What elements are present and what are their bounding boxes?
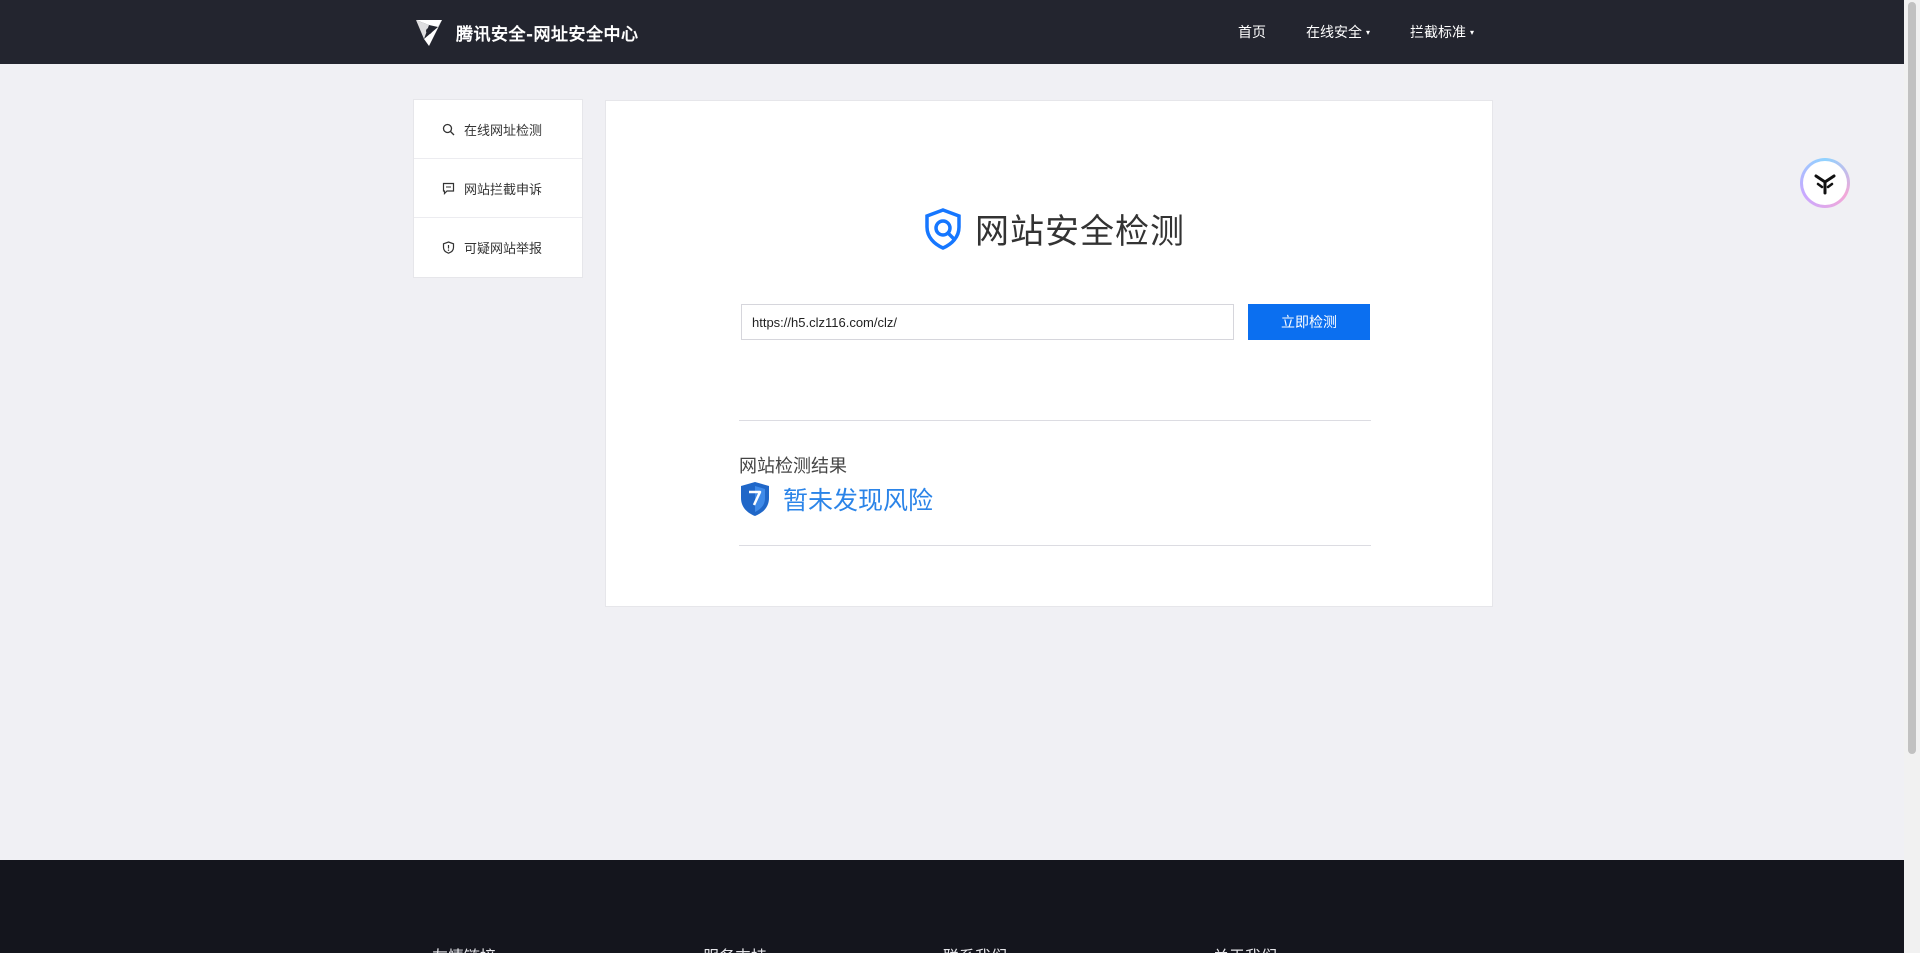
search-icon [442,123,455,135]
shield-safe-icon [741,482,769,516]
sidebar-item-url-check[interactable]: 在线网址检测 [414,100,582,159]
caret-down-icon: ▾ [1469,27,1474,37]
footer-about-us[interactable]: 关于我们 [1213,943,1277,953]
hero-heading: 网站安全检测 [921,204,1185,253]
sidebar-item-label: 可疑网站举报 [464,242,543,257]
divider [739,545,1371,546]
nav-online-security[interactable]: 在线安全 ▾ [1306,22,1370,42]
brand-title: 腾讯安全-网址安全中心 [456,24,639,45]
sidebar-item-appeal[interactable]: 网站拦截申诉 [414,159,582,218]
sidebar-item-report[interactable]: 可疑网站举报 [414,218,582,277]
sidebar: 在线网址检测 网站拦截申诉 可疑网站举报 [413,99,583,278]
page-title: 网站安全检测 [975,212,1185,252]
nav-home[interactable]: 首页 [1238,22,1266,42]
floating-assistant-button[interactable] [1800,158,1850,208]
caret-down-icon: ▾ [1365,27,1370,37]
result-status: 暂未发现风险 [739,481,933,517]
main-nav: 首页 在线安全 ▾ 拦截标准 ▾ [1238,0,1474,64]
result-label: 网站检测结果 [739,456,847,477]
top-navbar: 腾讯安全-网址安全中心 首页 在线安全 ▾ 拦截标准 ▾ [0,0,1904,64]
sidebar-item-label: 网站拦截申诉 [464,182,543,198]
brand[interactable]: 腾讯安全-网址安全中心 [412,14,639,50]
footer-service-support[interactable]: 服务支持 [703,943,767,953]
footer-contact-us[interactable]: 联系我们 [943,943,1007,953]
shield-alert-icon [442,241,455,254]
footer-friend-links[interactable]: 友情链接 [432,943,496,953]
divider [739,420,1371,421]
result-text: 暂未发现风险 [783,486,934,515]
scrollbar-thumb[interactable] [1908,2,1916,754]
url-input[interactable] [741,304,1234,340]
sidebar-item-label: 在线网址检测 [464,123,543,139]
nav-block-standard[interactable]: 拦截标准 ▾ [1410,22,1474,42]
nav-home-label: 首页 [1237,25,1266,41]
check-now-button[interactable]: 立即检测 [1248,304,1370,340]
assistant-logo-icon [1814,174,1836,195]
nav-online-security-label: 在线安全 [1305,25,1362,41]
footer: 友情链接 服务支持 联系我们 关于我们 [0,860,1904,953]
tencent-security-logo-icon [416,20,442,46]
security-check-card: 网站安全检测 立即检测 网站检测结果 暂未发现风险 [605,100,1493,607]
nav-block-standard-label: 拦截标准 [1409,25,1466,41]
shield-search-icon [925,207,961,250]
page-scrollbar[interactable] [1904,0,1920,953]
comment-icon [442,182,455,195]
